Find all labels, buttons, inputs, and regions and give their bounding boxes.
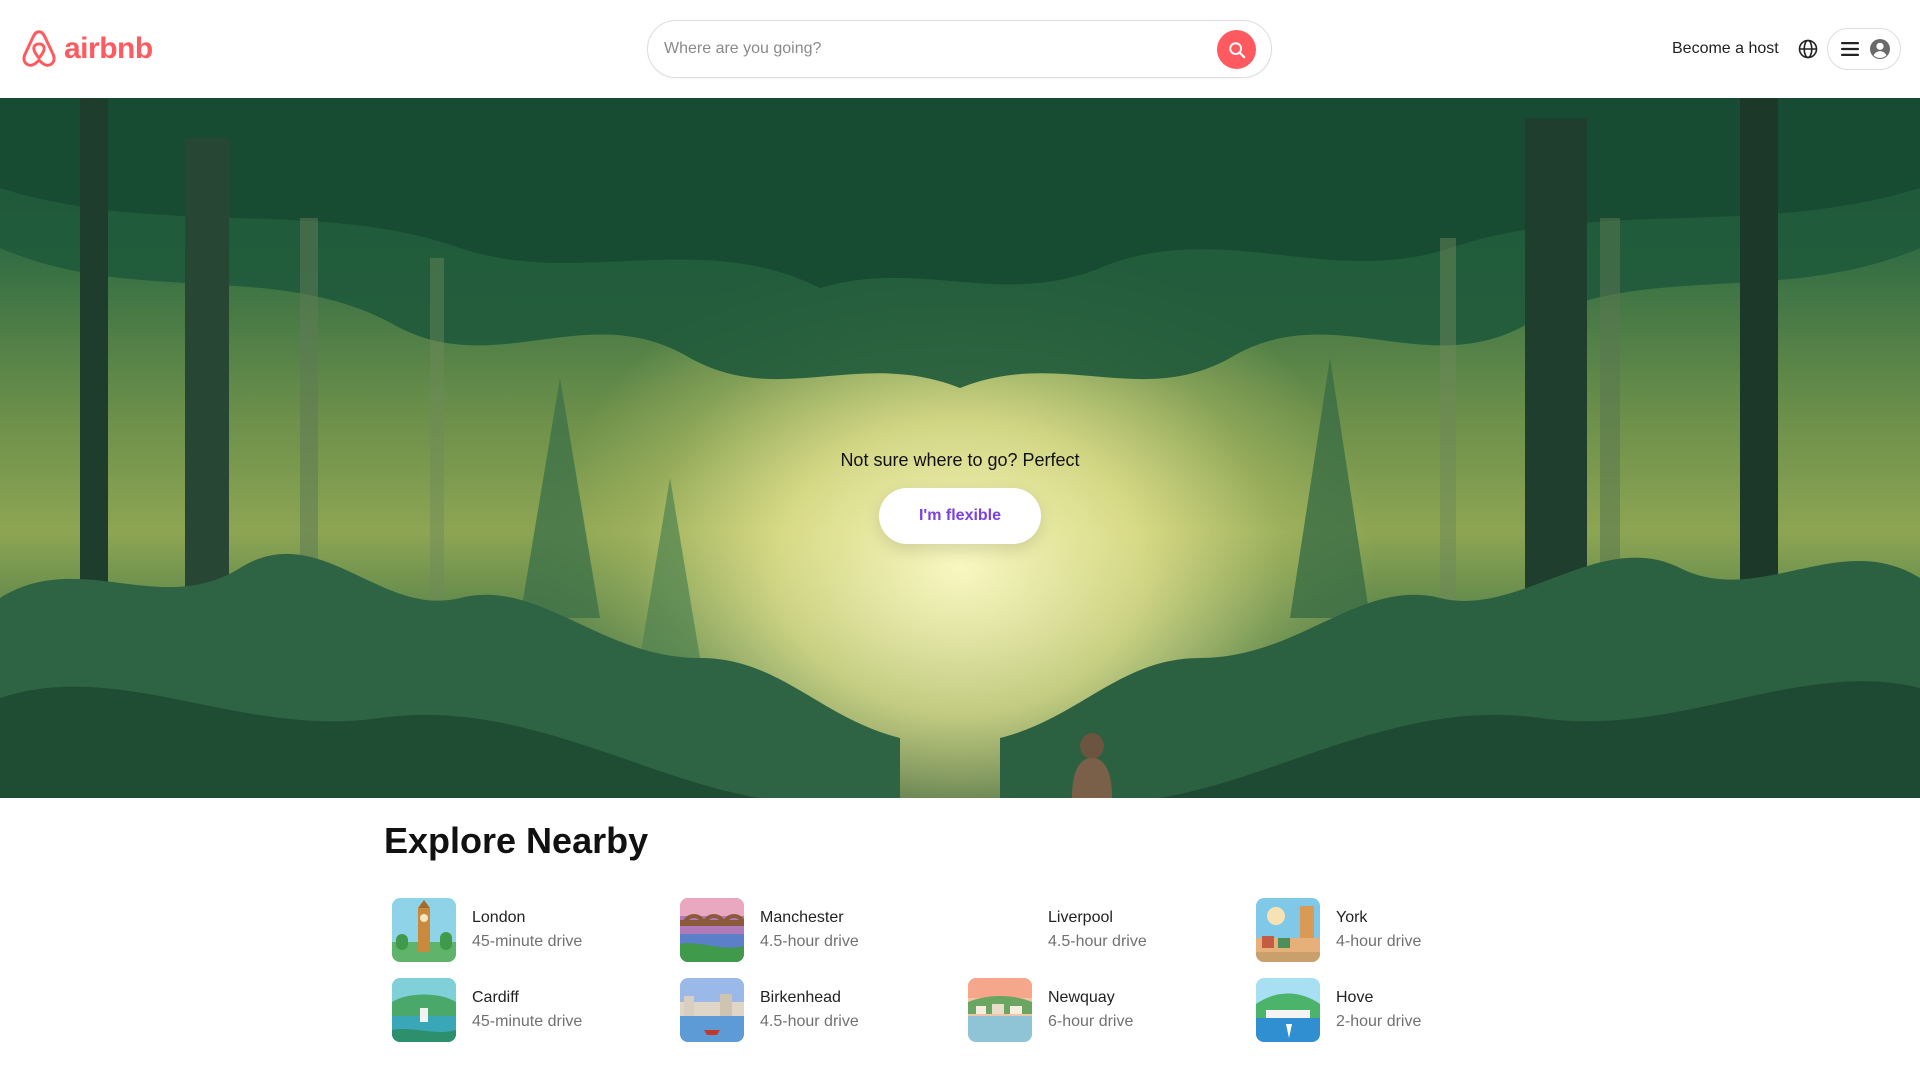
- search-input[interactable]: [664, 21, 1184, 77]
- next-section-heading-cutoff: [384, 1068, 644, 1080]
- im-flexible-button[interactable]: I'm flexible: [879, 488, 1041, 544]
- airbnb-logo[interactable]: airbnb: [19, 28, 153, 70]
- destination-thumbnail: [1256, 898, 1320, 962]
- hero-banner: Not sure where to go? Perfect I'm flexib…: [0, 98, 1920, 798]
- destination-card-liverpool[interactable]: Liverpool 4.5-hour drive: [968, 890, 1256, 970]
- destination-card-london[interactable]: London 45-minute drive: [392, 890, 680, 970]
- destination-city: York: [1336, 909, 1368, 926]
- host-actions: Become a host: [1660, 20, 1829, 78]
- destination-thumbnail: [680, 898, 744, 962]
- destination-distance: 4.5-hour drive: [760, 933, 859, 950]
- menu-icon: [1841, 41, 1859, 57]
- destination-thumbnail: [1256, 978, 1320, 1042]
- destination-distance: 6-hour drive: [1048, 1013, 1134, 1030]
- user-icon: [1869, 38, 1891, 60]
- globe-icon: [1798, 39, 1818, 59]
- destination-city: Hove: [1336, 989, 1374, 1006]
- destination-thumbnail: [968, 978, 1032, 1042]
- destination-city: Liverpool: [1048, 909, 1113, 926]
- destination-card-york[interactable]: York 4-hour drive: [1256, 890, 1544, 970]
- user-menu-button[interactable]: [1827, 28, 1901, 70]
- destination-card-manchester[interactable]: Manchester 4.5-hour drive: [680, 890, 968, 970]
- language-button[interactable]: [1787, 28, 1829, 70]
- airbnb-logo-icon: [19, 28, 59, 70]
- destination-thumbnail: [968, 898, 1032, 962]
- destination-city: Newquay: [1048, 989, 1115, 1006]
- destination-distance: 45-minute drive: [472, 1013, 583, 1030]
- explore-nearby-title: Explore Nearby: [384, 820, 649, 861]
- destination-thumbnail: [680, 978, 744, 1042]
- destination-thumbnail: [392, 898, 456, 962]
- destination-distance: 45-minute drive: [472, 933, 583, 950]
- destination-card-newquay[interactable]: Newquay 6-hour drive: [968, 970, 1256, 1050]
- search-bar: [647, 20, 1272, 78]
- destination-distance: 4.5-hour drive: [1048, 933, 1147, 950]
- destination-city: Birkenhead: [760, 989, 841, 1006]
- become-host-link[interactable]: Become a host: [1660, 28, 1787, 70]
- top-header: airbnb Become a host: [0, 0, 1920, 98]
- hero-tagline: Not sure where to go? Perfect: [840, 450, 1080, 470]
- destination-card-hove[interactable]: Hove 2-hour drive: [1256, 970, 1544, 1050]
- destination-city: London: [472, 909, 526, 926]
- destination-distance: 2-hour drive: [1336, 1013, 1422, 1030]
- destination-card-cardiff[interactable]: Cardiff 45-minute drive: [392, 970, 680, 1050]
- destination-city: Cardiff: [472, 989, 519, 1006]
- destination-distance: 4.5-hour drive: [760, 1013, 859, 1030]
- forest-illustration: [0, 98, 1920, 798]
- destination-city: Manchester: [760, 909, 844, 926]
- logo-text: airbnb: [64, 32, 153, 65]
- destination-distance: 4-hour drive: [1336, 933, 1422, 950]
- explore-grid: London 45-minute drive Manchester 4.5-ho…: [392, 890, 1544, 1050]
- search-icon: [1228, 41, 1246, 59]
- search-button[interactable]: [1217, 30, 1256, 69]
- destination-card-birkenhead[interactable]: Birkenhead 4.5-hour drive: [680, 970, 968, 1050]
- destination-thumbnail: [392, 978, 456, 1042]
